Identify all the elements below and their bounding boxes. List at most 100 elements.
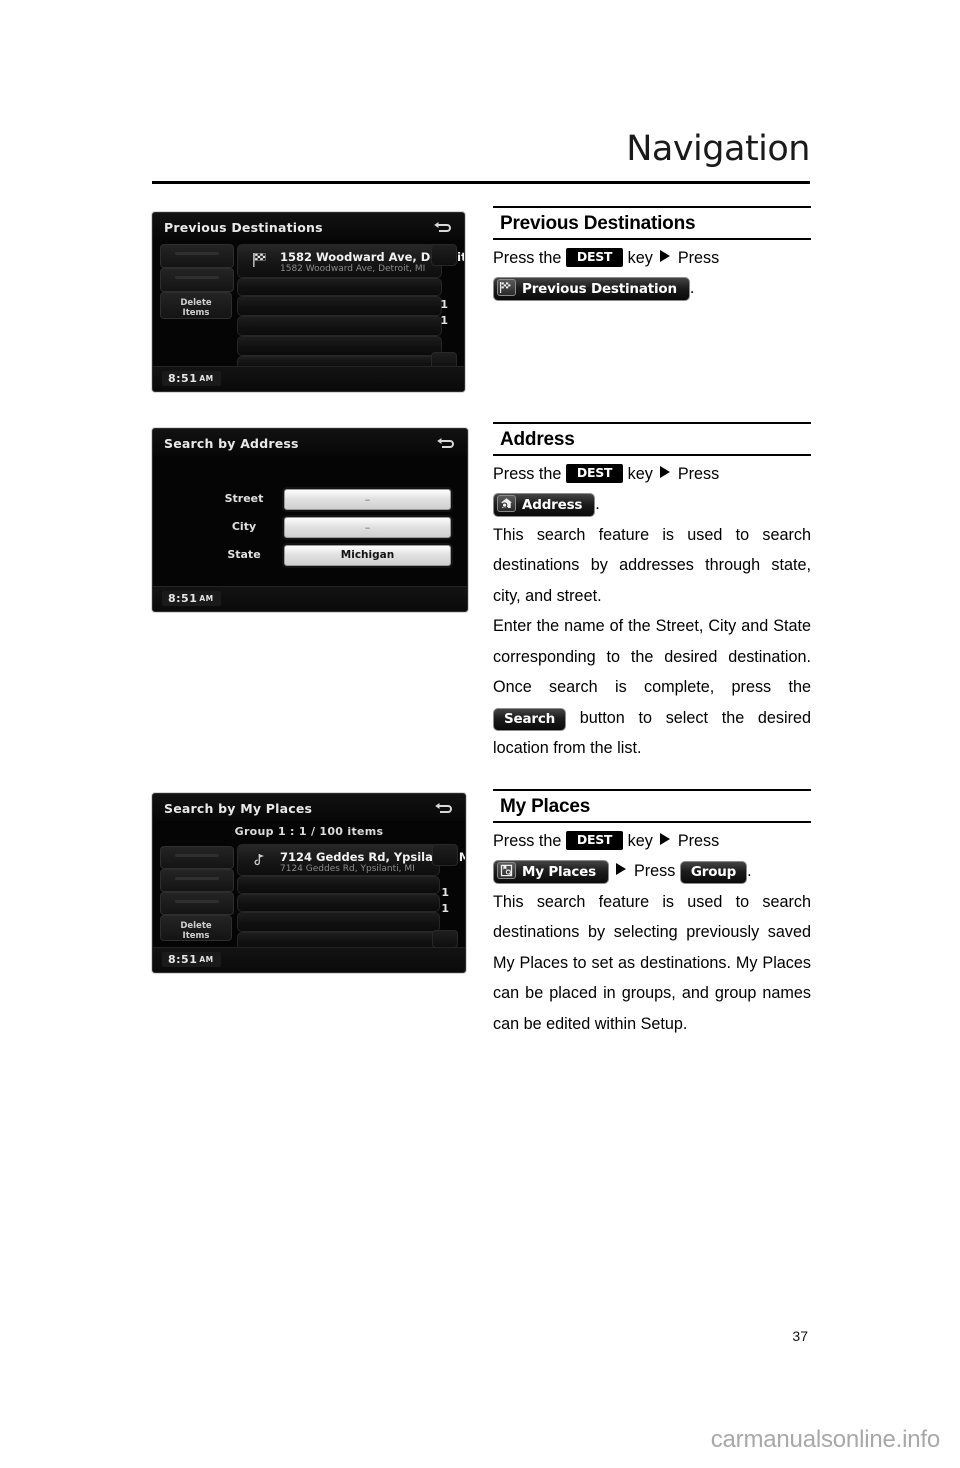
scroll-up-button[interactable] bbox=[431, 244, 457, 266]
list-item-empty[interactable] bbox=[237, 336, 442, 356]
key-text: key bbox=[627, 464, 653, 483]
delete-items-label-line1: Delete bbox=[180, 298, 212, 308]
section-body: Press the DEST key Press My Places Press… bbox=[493, 823, 811, 1040]
screen-clock: 8:51 AM bbox=[162, 952, 221, 967]
field-label-state: State bbox=[227, 548, 261, 561]
period: . bbox=[689, 279, 695, 298]
section-my-places: My Places Press the DEST key Press My Pl… bbox=[493, 789, 811, 1039]
press-text: Press bbox=[677, 464, 720, 483]
rail-button-3[interactable] bbox=[160, 892, 234, 915]
clock-ampm: AM bbox=[199, 594, 214, 603]
header-divider bbox=[152, 181, 810, 184]
list-item-empty[interactable] bbox=[237, 278, 442, 296]
scroll-page-current: 1 bbox=[440, 298, 448, 311]
scroll-down-button[interactable] bbox=[432, 930, 458, 948]
dest-key-badge[interactable]: DEST bbox=[565, 463, 624, 483]
scroll-up-button[interactable] bbox=[432, 844, 458, 866]
scroll-page-current: 1 bbox=[441, 886, 449, 899]
my-places-badge-label: My Places bbox=[522, 864, 596, 881]
arrow-right-icon bbox=[660, 832, 671, 845]
key-text: key bbox=[627, 831, 653, 850]
state-input[interactable]: Michigan bbox=[284, 545, 451, 566]
list-item-empty[interactable] bbox=[237, 876, 440, 894]
delete-items-label-line2: Items bbox=[182, 308, 210, 318]
list-item-empty[interactable] bbox=[237, 912, 440, 932]
rail-button-2-glyph bbox=[175, 276, 219, 279]
arrow-right-icon bbox=[660, 465, 671, 478]
arrow-right-icon bbox=[616, 863, 627, 876]
instruction-line-2: My Places Press Group. bbox=[493, 856, 811, 887]
section-heading: Previous Destinations bbox=[500, 213, 696, 234]
list-item-subtitle: 7124 Geddes Rd, Ypsilanti, MI bbox=[280, 864, 415, 874]
delete-items-button[interactable]: Delete Items bbox=[160, 915, 232, 941]
instruction-line-2: Previous Destination . bbox=[493, 273, 811, 304]
instruction-line: Press the DEST key Press bbox=[493, 826, 811, 857]
period: . bbox=[595, 495, 600, 514]
previous-destination-badge[interactable]: Previous Destination bbox=[493, 277, 690, 302]
dest-key-badge[interactable]: DEST bbox=[565, 830, 624, 850]
instruction-line: Press the DEST key Press bbox=[493, 243, 811, 274]
bookmark-search-icon bbox=[497, 862, 516, 880]
list-item-empty[interactable] bbox=[237, 316, 442, 336]
address-badge[interactable]: Address bbox=[493, 493, 596, 518]
place-pin-icon bbox=[252, 852, 268, 868]
checkered-flag-icon bbox=[252, 252, 268, 268]
group-counter-label: Group 1 : 1 / 100 items bbox=[234, 825, 384, 838]
delete-items-button[interactable]: Delete Items bbox=[160, 292, 232, 319]
screen-title: Search by My Places bbox=[164, 801, 313, 816]
rail-button-3-glyph bbox=[175, 900, 219, 903]
screenshot-previous-destinations: Previous Destinations Delete Items 1582 … bbox=[152, 212, 465, 392]
my-places-badge[interactable]: My Places bbox=[493, 860, 609, 885]
page-number: 37 bbox=[792, 1328, 808, 1344]
delete-items-label-line2: Items bbox=[182, 931, 210, 941]
section-heading: My Places bbox=[500, 796, 591, 817]
rail-button-2-glyph bbox=[175, 877, 219, 880]
clock-ampm: AM bbox=[199, 374, 214, 383]
press-the-text: Press the bbox=[493, 248, 562, 267]
rail-button-2[interactable] bbox=[160, 869, 234, 892]
rail-button-1[interactable] bbox=[160, 244, 234, 268]
list-item-my-place[interactable]: 7124 Geddes Rd, Ypsilanti, MI 7124 Gedde… bbox=[237, 844, 465, 876]
dest-key-badge[interactable]: DEST bbox=[565, 247, 624, 267]
back-arrow-icon[interactable] bbox=[433, 801, 453, 817]
body-paragraph-1: This search feature is used to search de… bbox=[493, 525, 811, 605]
clock-time: 8:51 bbox=[168, 953, 198, 966]
instruction-line-2: Address . bbox=[493, 489, 811, 520]
back-arrow-icon[interactable] bbox=[432, 220, 452, 236]
screenshot-search-by-address: Search by Address Street – City – State … bbox=[152, 428, 468, 612]
search-button-badge[interactable]: Search bbox=[493, 707, 567, 731]
press-text: Press bbox=[677, 248, 720, 267]
rail-button-1-glyph bbox=[175, 854, 219, 857]
rail-button-2[interactable] bbox=[160, 268, 234, 292]
street-input-placeholder: – bbox=[364, 493, 371, 506]
rail-button-1[interactable] bbox=[160, 846, 234, 869]
section-previous-destinations: Previous Destinations Press the DEST key… bbox=[493, 206, 811, 304]
body-paragraph-1: This search feature is used to search de… bbox=[493, 892, 811, 1033]
watermark: carmanualsonline.info bbox=[710, 1426, 940, 1453]
press-text: Press bbox=[677, 831, 720, 850]
screenshot-search-by-my-places: Search by My Places Group 1 : 1 / 100 it… bbox=[152, 793, 466, 973]
state-input-value: Michigan bbox=[340, 549, 395, 561]
body-paragraph-2-part-a: Enter the name of the Street, City and S… bbox=[493, 617, 811, 697]
scroll-page-total: 1 bbox=[441, 902, 449, 915]
scroll-page-total: 1 bbox=[440, 314, 448, 327]
key-text: key bbox=[627, 248, 653, 267]
clock-ampm: AM bbox=[199, 955, 214, 964]
previous-destination-badge-label: Previous Destination bbox=[522, 281, 677, 298]
section-heading: Address bbox=[500, 429, 575, 450]
section-body: Press the DEST key Press Address . This … bbox=[493, 456, 811, 764]
back-arrow-icon[interactable] bbox=[435, 436, 455, 452]
street-input[interactable]: – bbox=[284, 489, 451, 510]
press-the-text: Press the bbox=[493, 831, 562, 850]
section-address: Address Press the DEST key Press Address… bbox=[493, 422, 811, 764]
rail-button-1-glyph bbox=[175, 252, 219, 255]
list-item-empty[interactable] bbox=[237, 296, 442, 316]
list-item-previous-destination[interactable]: 1582 Woodward Ave, Detroit, MI 1582 Wood… bbox=[237, 244, 464, 278]
address-badge-label: Address bbox=[522, 497, 583, 514]
city-input[interactable]: – bbox=[284, 517, 451, 538]
city-input-placeholder: – bbox=[364, 521, 371, 534]
delete-items-label-line1: Delete bbox=[180, 921, 212, 931]
list-item-empty[interactable] bbox=[237, 894, 440, 912]
group-badge[interactable]: Group bbox=[679, 861, 748, 885]
field-label-street: Street bbox=[224, 492, 264, 505]
